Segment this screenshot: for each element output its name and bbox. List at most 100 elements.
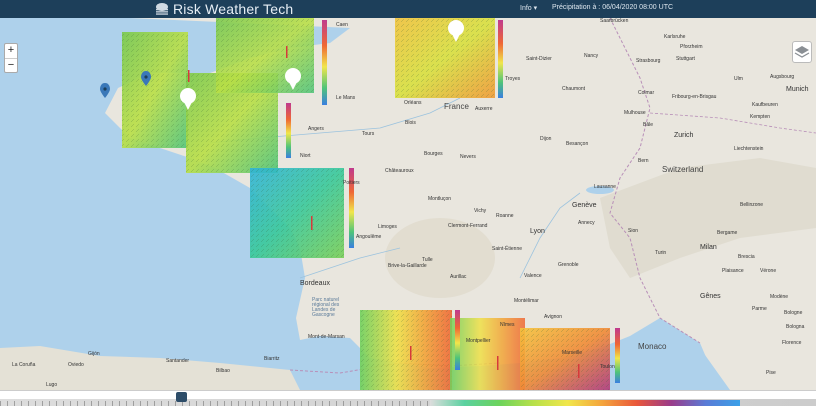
city-label: Kaufbeuren xyxy=(752,102,778,108)
precipitation-colorbar xyxy=(430,400,740,406)
city-label: Bergame xyxy=(717,230,738,236)
wind-vectors-normandy xyxy=(216,18,314,93)
city-label: Kempten xyxy=(750,114,771,120)
tile-colorbar-vendee xyxy=(286,103,291,158)
city-label: Ulm xyxy=(734,76,743,82)
layers-toggle-button[interactable] xyxy=(792,41,812,63)
city-label: Marseille xyxy=(562,350,583,356)
app-title: Risk Weather Tech xyxy=(173,1,294,17)
city-label: Oviedo xyxy=(68,362,84,368)
city-label: Bern xyxy=(638,158,649,164)
city-label: Nîmes xyxy=(500,322,515,328)
city-label: Le Mans xyxy=(336,95,356,101)
city-label: Auxerre xyxy=(475,106,493,112)
app-root: Risk Weather Tech Info ▾ Précipitation à… xyxy=(0,0,816,406)
city-label: Plaisance xyxy=(722,268,744,274)
city-label: Gijón xyxy=(88,351,100,357)
city-label: Lyon xyxy=(530,228,545,235)
city-label: Dijon xyxy=(540,136,552,142)
city-label: Troyes xyxy=(505,76,521,82)
city-label: Roanne xyxy=(496,213,514,219)
city-label: Bourges xyxy=(424,151,443,157)
city-label: Limoges xyxy=(378,224,397,230)
city-label: Pise xyxy=(766,370,776,376)
city-label: Bologne xyxy=(784,310,803,316)
city-label: Bordeaux xyxy=(300,280,330,287)
country-label-switzerland: Switzerland xyxy=(662,165,704,174)
weather-map[interactable]: France Switzerland Monaco Caen Le Mans A… xyxy=(0,18,816,390)
city-label: Bilbao xyxy=(216,368,230,374)
city-label: Tours xyxy=(362,131,375,137)
city-label: Brescia xyxy=(738,254,755,260)
city-label: Modène xyxy=(770,294,789,300)
city-label: Karlsruhe xyxy=(664,34,686,40)
city-label: Caen xyxy=(336,22,348,28)
wind-vectors-charente xyxy=(250,168,344,258)
massif-central-relief xyxy=(385,218,495,298)
city-label: Bâle xyxy=(643,122,654,128)
city-label: Poitiers xyxy=(343,180,360,186)
info-dropdown[interactable]: Info ▾ xyxy=(520,4,537,12)
city-label: Châteauroux xyxy=(385,168,414,174)
brand[interactable]: Risk Weather Tech xyxy=(154,0,293,18)
city-label: Valence xyxy=(524,273,542,279)
risk-marker xyxy=(188,70,190,82)
city-label: Biarritz xyxy=(264,356,280,362)
base-map[interactable] xyxy=(0,18,816,390)
city-label: Lugo xyxy=(46,382,58,388)
city-label: Munich xyxy=(786,86,809,93)
city-label: Nancy xyxy=(584,53,599,59)
city-label: Orléans xyxy=(404,100,422,106)
city-label: Montélimar xyxy=(514,298,539,304)
city-label: Annecy xyxy=(578,220,595,226)
wind-vectors-toulouse xyxy=(360,310,452,390)
city-label: Niort xyxy=(300,153,311,159)
city-label: Angers xyxy=(308,126,324,132)
time-slider-handle[interactable] xyxy=(176,392,187,402)
zoom-in-button[interactable]: + xyxy=(5,44,17,58)
city-label: Angoulême xyxy=(356,234,382,240)
city-label: Vérone xyxy=(760,268,777,274)
risk-marker xyxy=(311,216,313,230)
city-label: Santander xyxy=(166,358,190,364)
city-label: Brive-la-Gaillarde xyxy=(388,263,427,269)
time-slider[interactable] xyxy=(0,390,816,406)
cloud-logo-icon xyxy=(156,3,168,15)
city-label: Genève xyxy=(572,202,597,209)
city-label: Montpellier xyxy=(466,338,491,344)
city-label: Saint-Étienne xyxy=(492,246,523,252)
navbar: Risk Weather Tech Info ▾ Précipitation à… xyxy=(0,0,816,18)
tile-colorbar-paris xyxy=(498,20,503,98)
city-label: Strasbourg xyxy=(636,58,661,64)
city-label: Montluçon xyxy=(428,196,452,202)
zoom-control: + − xyxy=(4,43,18,73)
city-label: Grenoble xyxy=(558,262,579,268)
city-label: Gênes xyxy=(700,293,721,300)
layers-icon xyxy=(794,46,810,58)
city-label: Tulle xyxy=(422,257,433,263)
city-label: La Coruña xyxy=(12,362,36,368)
city-label: Mont-de-Marsan xyxy=(308,334,345,340)
country-label-france: France xyxy=(444,102,469,111)
city-label: Bellinzone xyxy=(740,202,764,208)
city-label: Blois xyxy=(405,120,416,126)
risk-marker xyxy=(410,346,412,360)
weather-tile-montpellier[interactable] xyxy=(450,318,525,390)
wind-vectors-brittany xyxy=(122,32,188,148)
city-label: Liechtenstein xyxy=(734,146,764,152)
city-label: Lausanne xyxy=(594,184,616,190)
city-label: Aurillac xyxy=(450,274,467,280)
zoom-out-button[interactable]: − xyxy=(5,58,17,72)
country-label-monaco: Monaco xyxy=(638,342,667,351)
city-label: Parme xyxy=(752,306,767,312)
risk-marker xyxy=(286,46,288,58)
city-label: Pforzheim xyxy=(680,44,703,50)
precipitation-time-label: Précipitation à : 06/04/2020 08:00 UTC xyxy=(552,4,674,11)
city-label: Vichy xyxy=(474,208,487,214)
wind-vectors-marseille xyxy=(520,328,610,390)
city-label: Saarbrücken xyxy=(600,18,629,24)
risk-marker xyxy=(497,356,499,370)
city-label: Zurich xyxy=(674,132,694,139)
city-label: Chaumont xyxy=(562,86,586,92)
city-label: Augsbourg xyxy=(770,74,795,80)
